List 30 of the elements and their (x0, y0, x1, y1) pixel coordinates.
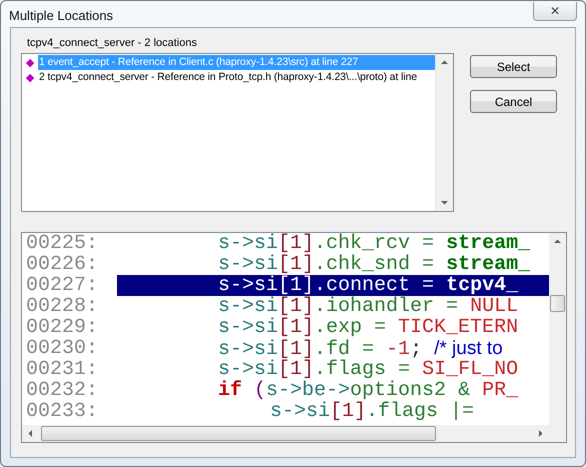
line-number: 00227: (25, 274, 100, 297)
code-line: s->si[1].fd = -1; /* just to (217, 338, 504, 359)
location-item[interactable]: 2 tcpv4_connect_server - Reference in Proto_tcp.h (haproxy-1.4.23\...\proto) at line (38, 70, 435, 85)
close-button[interactable]: ✕ (533, 2, 577, 21)
line-number: 00228: (25, 295, 100, 318)
line-number: 00230: (25, 337, 100, 360)
line-number: 00233: (25, 400, 100, 423)
vertical-scrollbar[interactable] (549, 233, 566, 425)
diamond-icon: ◆ (22, 71, 38, 84)
diamond-icon: ◆ (22, 56, 38, 69)
code-line: s->si[1].flags |= (269, 401, 476, 422)
select-button[interactable]: Select (470, 55, 557, 78)
cancel-button[interactable]: Cancel (470, 90, 557, 113)
line-number: 00226: (25, 253, 100, 276)
group-label: tcpv4_connect_server - 2 locations (27, 37, 198, 49)
code-line: s->si[1].chk_rcv = stream_ (217, 233, 532, 254)
code-line: s->si[1].flags = SI_FL_NO (217, 359, 520, 380)
horizontal-scrollbar[interactable] (22, 425, 549, 442)
scroll-thumb[interactable] (550, 295, 565, 312)
line-number: 00225: (25, 233, 100, 255)
code-line: s->si[1].exp = TICK_ETERN (217, 317, 520, 338)
code-line: s->si[1].chk_snd = stream_ (217, 254, 532, 275)
line-number: 00232: (25, 379, 100, 402)
line-number: 00229: (25, 316, 100, 339)
window-title: Multiple Locations (9, 8, 114, 23)
code-line: s->si[1].iohandler = NULL (217, 296, 520, 317)
scrollbar[interactable] (435, 54, 453, 211)
line-number: 00231: (25, 358, 100, 381)
code-line: if (s->be->options2 & PR_ (217, 380, 520, 401)
scroll-thumb[interactable] (41, 426, 436, 441)
